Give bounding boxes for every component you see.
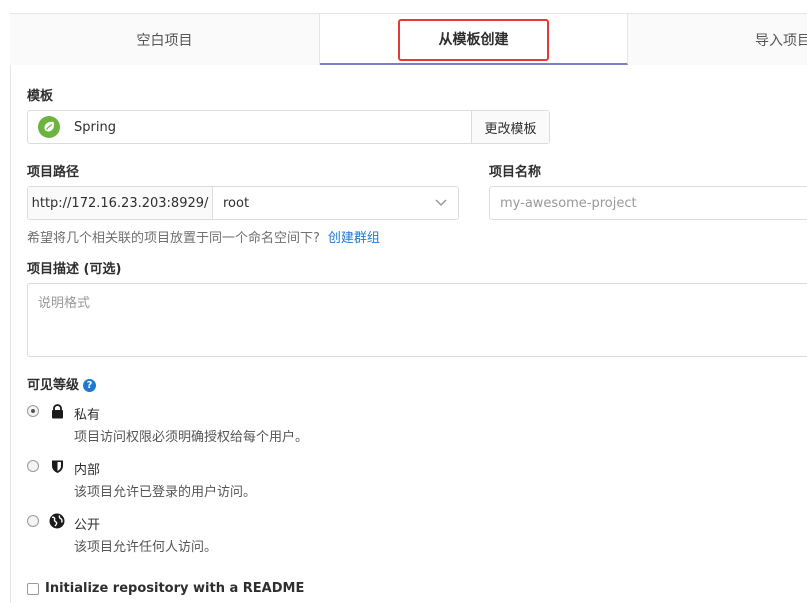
readme-option[interactable]: Initialize repository with a README bbox=[27, 581, 304, 596]
visibility-label: 可见等级? bbox=[27, 374, 97, 393]
namespace-value: root bbox=[223, 195, 250, 211]
visibility-private-desc: 项目访问权限必须明确授权给每个用户。 bbox=[74, 430, 309, 445]
visibility-option-private[interactable]: 私有 项目访问权限必须明确授权给每个用户。 bbox=[27, 403, 427, 447]
project-source-tabs: 空白项目 从模板创建 导入项目 bbox=[10, 13, 807, 65]
template-label: 模板 bbox=[27, 89, 54, 104]
tab-import-project[interactable]: 导入项目 bbox=[628, 13, 807, 65]
tab-blank-project[interactable]: 空白项目 bbox=[10, 13, 320, 65]
change-template-button[interactable]: 更改模板 bbox=[471, 111, 549, 143]
spring-logo-icon bbox=[38, 116, 60, 138]
path-url-prefix: http://172.16.23.203:8929/ bbox=[28, 187, 213, 219]
visibility-option-public[interactable]: 公开 该项目允许任何人访问。 bbox=[27, 513, 427, 557]
radio-public[interactable] bbox=[27, 515, 39, 527]
readme-checkbox[interactable] bbox=[27, 582, 39, 595]
project-path-group: http://172.16.23.203:8929/ root bbox=[27, 186, 459, 220]
description-textarea[interactable] bbox=[27, 283, 807, 357]
chevron-down-icon bbox=[434, 196, 448, 210]
template-field: Spring 更改模板 bbox=[27, 110, 550, 144]
visibility-internal-desc: 该项目允许已登录的用户访问。 bbox=[74, 485, 257, 500]
readme-label: Initialize repository with a README bbox=[45, 581, 305, 596]
visibility-public-title: 公开 bbox=[74, 518, 101, 533]
create-group-link[interactable]: 创建群组 bbox=[328, 231, 380, 246]
radio-internal[interactable] bbox=[27, 460, 39, 472]
template-name: Spring bbox=[74, 119, 116, 135]
shield-icon bbox=[49, 458, 65, 474]
visibility-private-title: 私有 bbox=[74, 408, 101, 423]
new-project-page: 空白项目 从模板创建 导入项目 模板 Spring 更改模板 项目路径 http… bbox=[0, 0, 807, 603]
visibility-internal-title: 内部 bbox=[74, 463, 101, 478]
lock-icon bbox=[49, 403, 65, 419]
group-hint-text: 希望将几个相关联的项目放置于同一个命名空间下? bbox=[27, 231, 320, 246]
project-path-label: 项目路径 bbox=[27, 165, 80, 180]
project-name-label: 项目名称 bbox=[489, 165, 542, 180]
namespace-select[interactable]: root bbox=[213, 187, 458, 219]
visibility-label-text: 可见等级 bbox=[27, 378, 80, 393]
left-border bbox=[10, 13, 11, 603]
visibility-option-internal[interactable]: 内部 该项目允许已登录的用户访问。 bbox=[27, 458, 427, 502]
description-label: 项目描述 (可选) bbox=[27, 262, 122, 277]
radio-private[interactable] bbox=[27, 405, 39, 417]
template-selected: Spring bbox=[28, 116, 471, 138]
tab-from-template[interactable]: 从模板创建 bbox=[320, 13, 628, 65]
project-name-input[interactable] bbox=[489, 186, 807, 220]
visibility-public-desc: 该项目允许任何人访问。 bbox=[74, 540, 218, 555]
question-help-icon[interactable]: ? bbox=[83, 379, 97, 392]
group-hint: 希望将几个相关联的项目放置于同一个命名空间下? 创建群组 bbox=[27, 227, 380, 246]
globe-icon bbox=[49, 513, 65, 529]
